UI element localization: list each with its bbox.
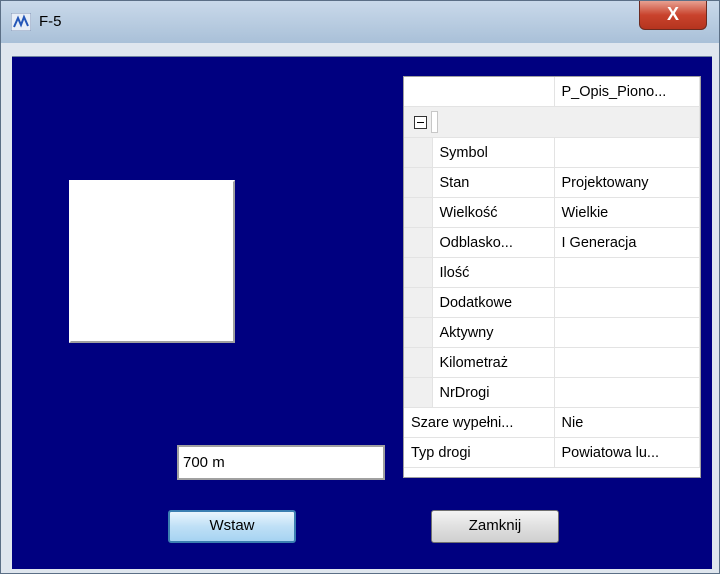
property-grid[interactable]: P_Opis_Piono... Symbol Stan Projektowany…: [403, 76, 701, 478]
grid-property-row[interactable]: Stan Projektowany: [404, 167, 700, 198]
property-name: Odblasko...: [432, 227, 555, 258]
grid-property-row[interactable]: Aktywny: [404, 317, 700, 348]
grid-category-cell[interactable]: [404, 106, 700, 138]
grid-header-row: P_Opis_Piono...: [404, 77, 700, 107]
property-name: Szare wypełni...: [404, 407, 555, 438]
property-value[interactable]: [554, 287, 700, 318]
title-bar[interactable]: F-5 X: [1, 1, 719, 43]
insert-button[interactable]: Wstaw: [168, 510, 296, 543]
property-name: Typ drogi: [404, 437, 555, 468]
close-window-button[interactable]: X: [639, 1, 707, 30]
property-value[interactable]: Nie: [554, 407, 700, 438]
grid-property-row[interactable]: Ilość: [404, 257, 700, 288]
grid-property-row[interactable]: Symbol: [404, 137, 700, 168]
grid-property-row[interactable]: Typ drogi Powiatowa lu...: [404, 437, 700, 468]
property-name: Wielkość: [432, 197, 555, 228]
distance-input[interactable]: [177, 445, 385, 480]
dialog-window: F-5 X Wstaw Zamknij P_Opis_Piono... Symb…: [0, 0, 720, 574]
property-value[interactable]: [554, 347, 700, 378]
grid-property-row[interactable]: Szare wypełni... Nie: [404, 407, 700, 438]
property-value[interactable]: [554, 137, 700, 168]
property-name: Stan: [432, 167, 555, 198]
app-icon: [11, 13, 31, 31]
property-value[interactable]: Wielkie: [554, 197, 700, 228]
property-name: Kilometraż: [432, 347, 555, 378]
grid-category-row[interactable]: [404, 106, 700, 138]
property-value[interactable]: [554, 257, 700, 288]
close-button[interactable]: Zamknij: [431, 510, 559, 543]
property-name: Ilość: [432, 257, 555, 288]
grid-property-row[interactable]: Odblasko... I Generacja: [404, 227, 700, 258]
grid-header-label: P_Opis_Piono...: [554, 77, 700, 107]
sign-preview: [69, 180, 235, 343]
property-name: Symbol: [432, 137, 555, 168]
grid-property-row[interactable]: Dodatkowe: [404, 287, 700, 318]
grid-property-row[interactable]: Kilometraż: [404, 347, 700, 378]
property-name: Aktywny: [432, 317, 555, 348]
category-marker-icon: [431, 111, 438, 133]
grid-header-blank: [404, 77, 555, 107]
grid-property-row[interactable]: NrDrogi: [404, 377, 700, 408]
grid-property-row[interactable]: Wielkość Wielkie: [404, 197, 700, 228]
property-value[interactable]: [554, 377, 700, 408]
window-title: F-5: [39, 13, 62, 30]
property-name: NrDrogi: [432, 377, 555, 408]
property-value[interactable]: Projektowany: [554, 167, 700, 198]
property-name: Dodatkowe: [432, 287, 555, 318]
property-value[interactable]: I Generacja: [554, 227, 700, 258]
property-value[interactable]: [554, 317, 700, 348]
collapse-toggle-icon[interactable]: [414, 115, 427, 129]
property-value[interactable]: Powiatowa lu...: [554, 437, 700, 468]
